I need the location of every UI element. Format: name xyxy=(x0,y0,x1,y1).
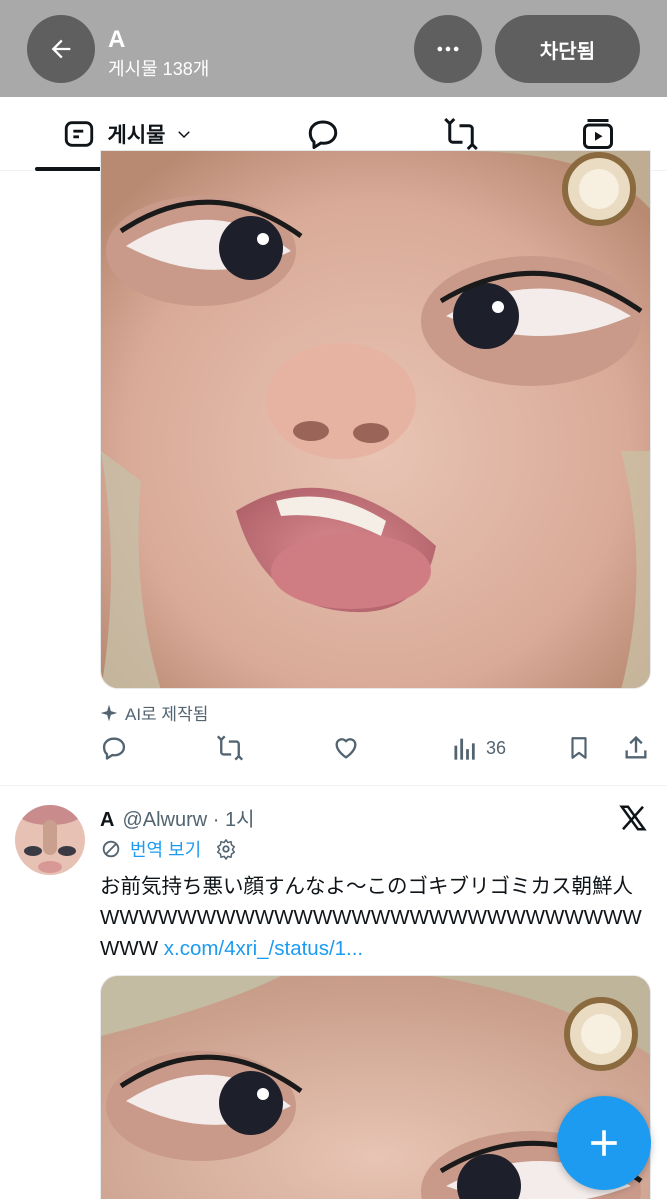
post-divider xyxy=(0,785,667,786)
bookmark-icon xyxy=(571,737,587,759)
author-handle-time[interactable]: @Alwurw · 1시 xyxy=(122,803,254,832)
arrow-left-icon xyxy=(51,39,71,59)
share-icon xyxy=(625,735,647,759)
more-button[interactable] xyxy=(414,15,482,83)
reply-icon xyxy=(102,737,126,760)
post-count: 게시물 138개 xyxy=(108,59,210,79)
profile-header: A 게시물 138개 차단됨 xyxy=(0,0,667,97)
author-name[interactable]: A xyxy=(100,809,114,832)
repost-button[interactable] xyxy=(214,730,246,766)
translate-icon xyxy=(102,840,120,858)
chevron-down-icon xyxy=(178,131,191,139)
post-actions: 36 xyxy=(100,730,655,766)
plus-icon xyxy=(591,1130,617,1156)
post-icon xyxy=(64,121,93,147)
share-button[interactable] xyxy=(622,730,650,766)
ai-generated-label: AI로 제작됨 xyxy=(99,700,208,725)
sparkle-icon xyxy=(100,704,118,721)
post-link[interactable]: x.com/4xri_/status/1... xyxy=(164,937,363,960)
reply-button[interactable] xyxy=(100,730,128,766)
post-text: お前気持ち悪い顔すんなよ～このゴキブリゴミカス朝鮮人WWWWWWWWWWWWWW… xyxy=(100,871,645,964)
post-author: A @Alwurw · 1시 xyxy=(100,803,255,832)
compose-button[interactable] xyxy=(557,1096,651,1190)
like-button[interactable] xyxy=(331,730,361,766)
post-image[interactable] xyxy=(100,150,651,689)
media-icon xyxy=(583,119,613,149)
gear-icon[interactable] xyxy=(215,838,237,860)
repost-icon xyxy=(216,735,244,761)
profile-name: A xyxy=(108,26,126,53)
more-horizontal-icon xyxy=(437,46,459,52)
views-button[interactable]: 36 xyxy=(450,730,506,766)
views-icon xyxy=(454,738,475,760)
bookmark-button[interactable] xyxy=(566,730,592,766)
avatar[interactable] xyxy=(15,805,85,875)
reply-icon xyxy=(308,120,338,149)
translate-link[interactable]: 번역 보기 xyxy=(130,836,201,862)
ai-label-text: AI로 제작됨 xyxy=(125,705,209,724)
blocked-button[interactable]: 차단됨 xyxy=(495,15,640,83)
like-icon xyxy=(335,738,357,759)
back-button[interactable] xyxy=(27,15,95,83)
repost-icon xyxy=(444,117,478,151)
views-count: 36 xyxy=(486,737,507,758)
tab-posts-label: 게시물 xyxy=(107,124,166,147)
x-logo-icon xyxy=(618,803,648,833)
translate-row: 번역 보기 xyxy=(100,836,237,862)
